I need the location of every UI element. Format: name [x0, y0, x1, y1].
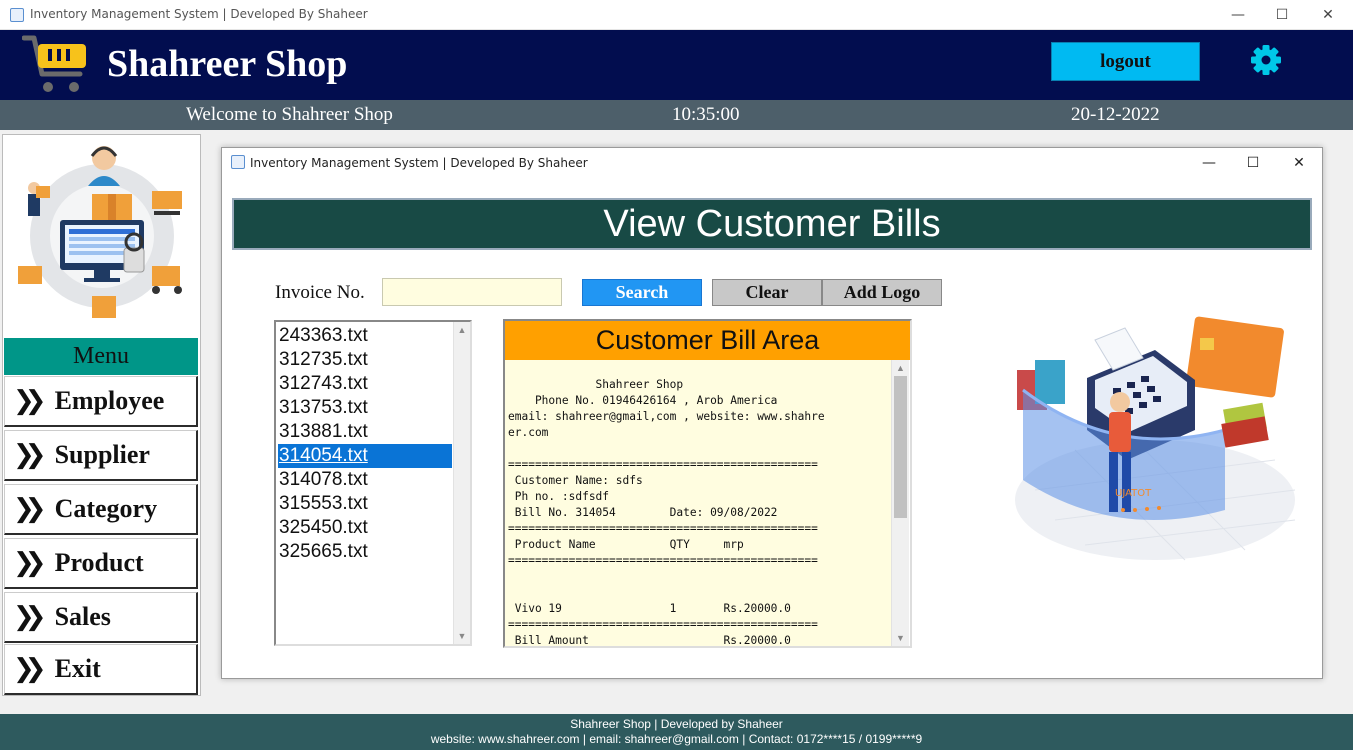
bill-text-area[interactable]: Shahreer Shop Phone No. 01946426164 , Ar…: [505, 360, 891, 646]
clear-button[interactable]: Clear: [712, 279, 822, 306]
bill-content: Shahreer Shop Phone No. 01946426164 , Ar…: [508, 378, 825, 646]
footer-credit: Shahreer Shop | Developed by Shaheer: [570, 717, 783, 731]
list-item[interactable]: 325450.txt: [278, 516, 452, 540]
cart-icon: [22, 35, 86, 92]
list-item[interactable]: 313753.txt: [278, 396, 452, 420]
list-item[interactable]: 313881.txt: [278, 420, 452, 444]
page-title: View Customer Bills: [232, 198, 1312, 250]
sidebar-item-label: Exit: [54, 654, 101, 683]
menu-title: Menu: [4, 338, 198, 375]
double-chevron-right-icon: ❯❯: [13, 654, 46, 684]
sidebar-item-label: Supplier: [54, 440, 150, 469]
scroll-down-icon[interactable]: ▼: [454, 628, 470, 644]
clock-text: 10:35:00: [672, 104, 740, 125]
double-chevron-right-icon: ❯❯: [13, 602, 46, 632]
close-icon[interactable]: ✕: [1277, 150, 1321, 176]
scroll-down-icon[interactable]: ▼: [892, 630, 909, 646]
sidebar-item-category[interactable]: ❯❯ Category: [4, 484, 198, 535]
svg-text:UJATOT: UJATOT: [1115, 488, 1152, 499]
double-chevron-right-icon: ❯❯: [13, 386, 46, 416]
close-icon[interactable]: ✕: [1305, 0, 1351, 30]
logout-button[interactable]: logout: [1051, 42, 1200, 81]
sidebar-item-employee[interactable]: ❯❯ Employee: [4, 376, 198, 427]
double-chevron-right-icon: ❯❯: [13, 494, 46, 524]
app-icon: [10, 8, 24, 22]
footer-contact: website: www.shahreer.com | email: shahr…: [430, 732, 923, 746]
scroll-thumb[interactable]: [894, 376, 907, 518]
pos-illustration: UJATOT: [1015, 316, 1296, 561]
bill-area-title: Customer Bill Area: [505, 321, 910, 360]
sidebar-item-product[interactable]: ❯❯ Product: [4, 538, 198, 589]
scroll-up-icon[interactable]: ▲: [454, 322, 470, 338]
brand-title: Shahreer Shop: [107, 43, 348, 85]
list-item[interactable]: 314078.txt: [278, 468, 452, 492]
list-item[interactable]: 312735.txt: [278, 348, 452, 372]
bill-file-list[interactable]: 243363.txt 312735.txt 312743.txt 313753.…: [274, 320, 472, 646]
welcome-text: Welcome to Shahreer Shop: [186, 104, 393, 125]
minimize-icon[interactable]: —: [1215, 0, 1261, 30]
add-logo-button[interactable]: Add Logo: [822, 279, 942, 306]
date-text: 20-12-2022: [1071, 104, 1160, 125]
sidebar-item-sales[interactable]: ❯❯ Sales: [4, 592, 198, 643]
minimize-icon[interactable]: —: [1187, 150, 1231, 176]
list-item-selected[interactable]: 314054.txt: [278, 444, 452, 468]
list-item[interactable]: 315553.txt: [278, 492, 452, 516]
search-button[interactable]: Search: [582, 279, 702, 306]
inventory-illustration: [18, 146, 182, 318]
scroll-up-icon[interactable]: ▲: [892, 360, 909, 376]
bill-scrollbar[interactable]: ▲ ▼: [891, 360, 909, 646]
sidebar-item-label: Product: [54, 548, 144, 577]
list-item[interactable]: 312743.txt: [278, 372, 452, 396]
sidebar-item-label: Employee: [54, 386, 165, 415]
sidebar-item-label: Category: [54, 494, 158, 523]
list-item[interactable]: 325665.txt: [278, 540, 452, 564]
app-icon: [231, 155, 245, 169]
double-chevron-right-icon: ❯❯: [13, 440, 46, 470]
bills-window-title: Inventory Management System | Developed …: [250, 156, 588, 170]
file-list-scrollbar[interactable]: ▲ ▼: [453, 322, 470, 644]
sidebar-item-supplier[interactable]: ❯❯ Supplier: [4, 430, 198, 481]
sidebar-item-exit[interactable]: ❯❯ Exit: [4, 644, 198, 695]
gear-icon[interactable]: [1248, 42, 1284, 78]
window-titlebar: Inventory Management System | Developed …: [0, 0, 1353, 30]
maximize-icon[interactable]: ☐: [1259, 0, 1305, 30]
list-item[interactable]: 243363.txt: [278, 324, 452, 348]
invoice-input[interactable]: [382, 278, 562, 306]
window-title: Inventory Management System | Developed …: [30, 7, 368, 21]
invoice-label: Invoice No.: [275, 282, 365, 303]
sidebar-item-label: Sales: [54, 602, 111, 631]
maximize-icon[interactable]: ☐: [1231, 150, 1275, 176]
double-chevron-right-icon: ❯❯: [13, 548, 46, 578]
